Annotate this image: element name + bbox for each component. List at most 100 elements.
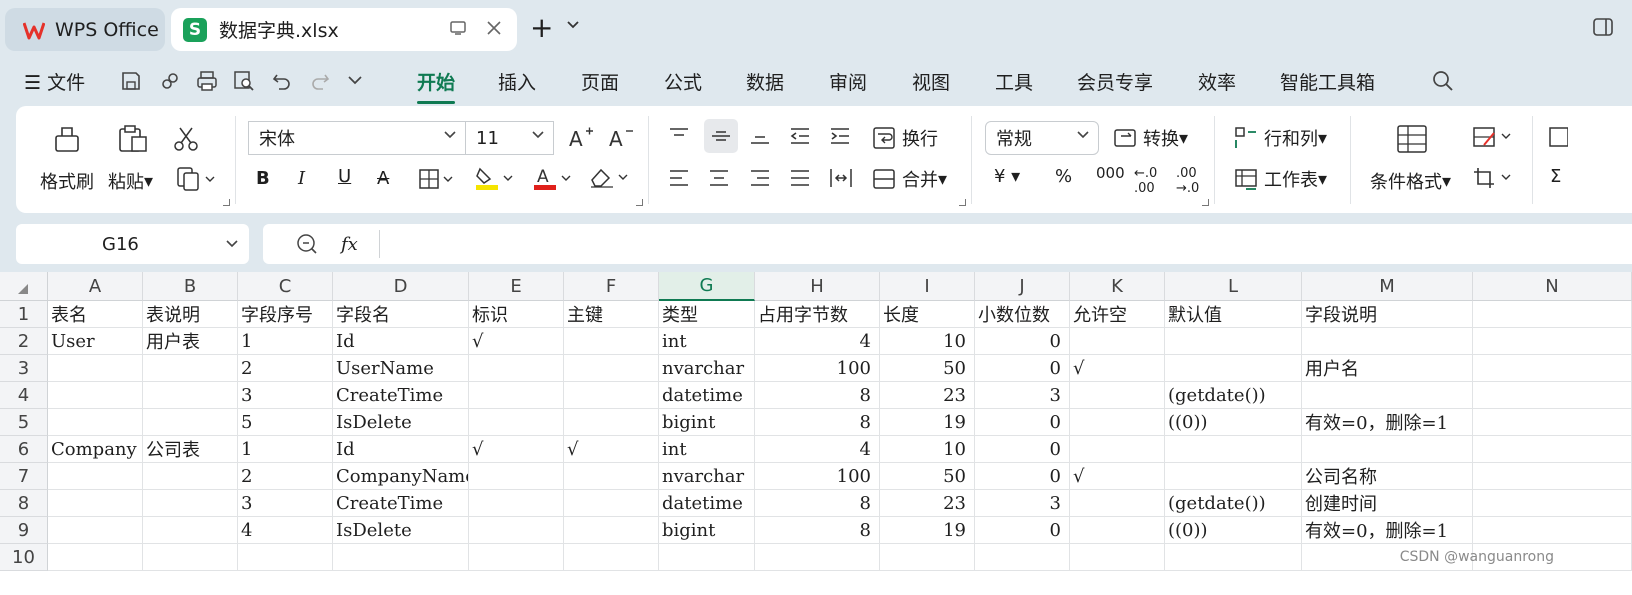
column-header-h[interactable]: H xyxy=(755,272,880,301)
currency-button[interactable]: ¥ ▾ xyxy=(994,166,1020,187)
cell-g4[interactable]: datetime xyxy=(659,382,755,409)
save-icon[interactable] xyxy=(120,70,142,92)
menu-member[interactable]: 会员专享 xyxy=(1077,68,1153,95)
cell-b3[interactable] xyxy=(143,355,238,382)
print-icon[interactable] xyxy=(196,70,218,92)
justify-icon[interactable] xyxy=(789,168,811,188)
cell-f10[interactable] xyxy=(564,544,659,571)
align-bottom-icon[interactable] xyxy=(749,126,771,146)
cell-h9[interactable]: 8 xyxy=(755,517,880,544)
cell-d9[interactable]: IsDelete xyxy=(333,517,469,544)
font-size-select[interactable]: 11 xyxy=(465,121,554,155)
cell-h2[interactable]: 4 xyxy=(755,328,880,355)
cell-h7[interactable]: 100 xyxy=(755,463,880,490)
crop-icon[interactable] xyxy=(1472,166,1512,190)
cell-g1[interactable]: 类型 xyxy=(659,301,755,328)
column-header-a[interactable]: A xyxy=(48,272,143,301)
cell-b5[interactable] xyxy=(143,409,238,436)
menu-formula[interactable]: 公式 xyxy=(664,68,702,95)
cell-g3[interactable]: nvarchar xyxy=(659,355,755,382)
cell-n6[interactable] xyxy=(1473,436,1632,463)
cell-h8[interactable]: 8 xyxy=(755,490,880,517)
cell-e1[interactable]: 标识 xyxy=(469,301,564,328)
decrease-font-icon[interactable]: A xyxy=(608,125,634,149)
cell-l2[interactable] xyxy=(1165,328,1302,355)
cell-e10[interactable] xyxy=(469,544,564,571)
cell-l8[interactable]: (getdate()) xyxy=(1165,490,1302,517)
cell-k4[interactable] xyxy=(1070,382,1165,409)
sum-icon[interactable]: Σ xyxy=(1550,166,1561,187)
underline-icon[interactable]: U xyxy=(338,166,351,187)
tab-wps-office[interactable]: WPS Office xyxy=(5,8,165,51)
cell-n2[interactable] xyxy=(1473,328,1632,355)
cell-j7[interactable]: 0 xyxy=(975,463,1070,490)
cell-j6[interactable]: 0 xyxy=(975,436,1070,463)
cell-b7[interactable] xyxy=(143,463,238,490)
borders-icon[interactable] xyxy=(418,168,454,190)
cell-n3[interactable] xyxy=(1473,355,1632,382)
menu-home[interactable]: 开始 xyxy=(417,68,456,104)
clipboard-dialog-launcher[interactable] xyxy=(223,199,230,206)
wrap-text-button[interactable]: 换行 xyxy=(872,125,938,151)
cell-m8[interactable]: 创建时间 xyxy=(1302,490,1473,517)
menu-tools[interactable]: 工具 xyxy=(995,68,1033,95)
alignment-dialog-launcher[interactable] xyxy=(959,199,966,206)
tab-file[interactable]: S 数据字典.xlsx xyxy=(171,8,517,51)
cell-a2[interactable]: User xyxy=(48,328,143,355)
cell-i8[interactable]: 23 xyxy=(880,490,975,517)
decrease-decimal-icon[interactable]: .00 →.0 xyxy=(1176,166,1199,196)
cell-e7[interactable] xyxy=(469,463,564,490)
cell-i6[interactable]: 10 xyxy=(880,436,975,463)
cell-d8[interactable]: CreateTime xyxy=(333,490,469,517)
cell-f7[interactable] xyxy=(564,463,659,490)
close-tab-icon[interactable] xyxy=(485,19,503,37)
cell-e3[interactable] xyxy=(469,355,564,382)
cell-j4[interactable]: 3 xyxy=(975,382,1070,409)
row-header-7[interactable]: 7 xyxy=(0,463,48,490)
cell-n1[interactable] xyxy=(1473,301,1632,328)
cut-icon[interactable] xyxy=(173,126,199,152)
cell-a3[interactable] xyxy=(48,355,143,382)
cell-c2[interactable]: 1 xyxy=(238,328,333,355)
cell-g2[interactable]: int xyxy=(659,328,755,355)
row-header-2[interactable]: 2 xyxy=(0,328,48,355)
conditional-format-button[interactable]: 条件格式 ▾ xyxy=(1370,168,1451,194)
cell-a8[interactable] xyxy=(48,490,143,517)
cell-l1[interactable]: 默认值 xyxy=(1165,301,1302,328)
cell-d2[interactable]: Id xyxy=(333,328,469,355)
cell-a5[interactable] xyxy=(48,409,143,436)
cell-m6[interactable] xyxy=(1302,436,1473,463)
column-header-b[interactable]: B xyxy=(143,272,238,301)
share-icon[interactable] xyxy=(159,70,181,92)
cell-k10[interactable] xyxy=(1070,544,1165,571)
clear-format-icon[interactable] xyxy=(589,166,629,190)
align-middle-icon[interactable] xyxy=(704,119,738,153)
cell-a1[interactable]: 表名 xyxy=(48,301,143,328)
increase-font-icon[interactable]: A xyxy=(568,125,594,149)
bold-icon[interactable]: B xyxy=(256,168,270,189)
cell-l5[interactable]: ((0)) xyxy=(1165,409,1302,436)
cell-n5[interactable] xyxy=(1473,409,1632,436)
cell-i4[interactable]: 23 xyxy=(880,382,975,409)
name-box[interactable]: G16 xyxy=(16,224,249,264)
cell-c5[interactable]: 5 xyxy=(238,409,333,436)
align-center-icon[interactable] xyxy=(708,168,730,188)
cell-k7[interactable]: √ xyxy=(1070,463,1165,490)
cell-k1[interactable]: 允许空 xyxy=(1070,301,1165,328)
cell-e6[interactable]: √ xyxy=(469,436,564,463)
paste-button[interactable]: 粘贴 ▾ xyxy=(108,168,153,194)
sidebar-toggle-icon[interactable] xyxy=(1592,16,1614,38)
merge-button[interactable]: 合并 ▾ xyxy=(872,166,947,192)
cell-j5[interactable]: 0 xyxy=(975,409,1070,436)
cell-d4[interactable]: CreateTime xyxy=(333,382,469,409)
cell-a9[interactable] xyxy=(48,517,143,544)
file-menu-button[interactable]: ☰ 文件 xyxy=(24,68,85,95)
cell-a10[interactable] xyxy=(48,544,143,571)
column-header-g[interactable]: G xyxy=(659,272,755,301)
italic-icon[interactable]: I xyxy=(298,168,305,189)
cell-k5[interactable] xyxy=(1070,409,1165,436)
cell-c10[interactable] xyxy=(238,544,333,571)
row-header-6[interactable]: 6 xyxy=(0,436,48,463)
paste-icon[interactable] xyxy=(117,124,149,154)
row-header-9[interactable]: 9 xyxy=(0,517,48,544)
